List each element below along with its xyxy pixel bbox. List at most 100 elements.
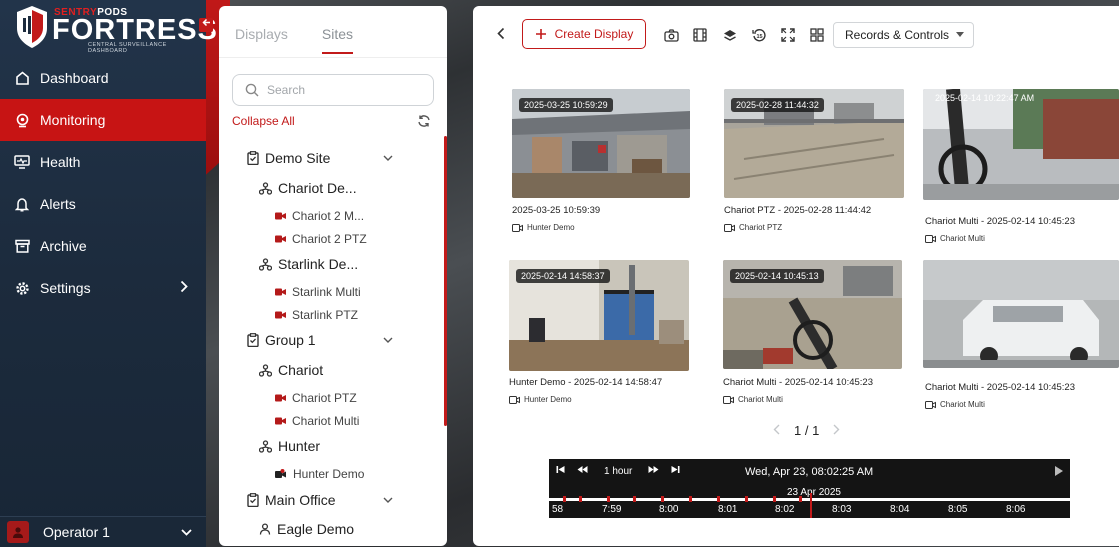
tab-displays[interactable]: Displays: [235, 26, 288, 54]
play-icon[interactable]: [1055, 466, 1063, 476]
sidebar-item-label: Health: [40, 154, 81, 170]
timeline-event-marker[interactable]: [607, 496, 610, 502]
fullscreen-icon[interactable]: [780, 27, 796, 43]
collapse-sidebar-button[interactable]: [199, 18, 213, 32]
skip-back-icon: [556, 466, 565, 473]
timeline-event-marker[interactable]: [563, 496, 566, 502]
tree-group-chariot[interactable]: Chariot: [259, 362, 323, 378]
tree-site-group-1[interactable]: Group 1: [247, 332, 393, 348]
camera-tile[interactable]: 2025-02-14 10:22:47 AM Chariot Multi - 2…: [923, 89, 1119, 249]
sidebar-item-health[interactable]: Health: [0, 141, 206, 183]
skip-to-start-button[interactable]: [556, 465, 565, 477]
camera-source-label: Chariot Multi: [940, 400, 985, 409]
camera-icon: [275, 311, 286, 319]
next-page-button[interactable]: [833, 423, 840, 438]
timeline-tick-label: 8:02: [775, 504, 795, 515]
camera-tile[interactable]: 2025-02-14 10:45:13 Chariot Multi - 2025…: [723, 260, 903, 410]
fast-forward-icon: [648, 466, 659, 473]
camera-tile[interactable]: Chariot Multi - 2025-02-14 10:45:23 Char…: [923, 260, 1119, 410]
tree-group-hunter[interactable]: Hunter: [259, 438, 320, 454]
tree-scrollbar[interactable]: [444, 136, 447, 426]
timeline-event-marker[interactable]: [717, 496, 720, 502]
camera-source: Chariot Multi: [925, 400, 985, 409]
camera-thumbnail[interactable]: [923, 89, 1119, 200]
timeline-event-marker[interactable]: [579, 496, 582, 502]
tree-camera-chariot-2-ptz[interactable]: Chariot 2 PTZ: [275, 232, 367, 246]
sidebar-item-settings[interactable]: Settings: [0, 267, 206, 309]
refresh-icon[interactable]: [417, 114, 431, 133]
layers-icon[interactable]: [722, 27, 738, 43]
tree-group-eagle-demo[interactable]: Eagle Demo: [259, 521, 354, 537]
tree-group-starlink-demo[interactable]: Starlink De...: [259, 256, 358, 272]
timeline-tick-label: 8:06: [1006, 504, 1026, 515]
video-camera-icon: [925, 400, 936, 409]
logo: SENTRYPODS FORTRESS CENTRAL SURVEILLANCE…: [14, 4, 217, 54]
tree-camera-chariot-ptz[interactable]: Chariot PTZ: [275, 391, 357, 405]
search-input[interactable]: [265, 82, 419, 98]
video-camera-icon: [723, 395, 734, 404]
camera-snapshot-icon[interactable]: [663, 27, 679, 43]
replay-15-icon[interactable]: 15: [751, 27, 767, 43]
rewind-button[interactable]: [577, 465, 588, 477]
sidebar-item-label: Monitoring: [40, 112, 106, 128]
operator-menu[interactable]: Operator 1: [0, 516, 206, 547]
create-display-button[interactable]: Create Display: [522, 19, 646, 49]
tree-site-main-office[interactable]: Main Office: [247, 492, 393, 508]
shield-logo-icon: [17, 6, 47, 48]
timeline-event-marker[interactable]: [773, 496, 776, 502]
timeline-event-marker[interactable]: [661, 496, 664, 502]
camera-source: Chariot PTZ: [724, 223, 782, 232]
timeline-event-marker[interactable]: [633, 496, 636, 502]
panel-tabs: Displays Sites: [235, 26, 354, 54]
back-button[interactable]: [497, 27, 505, 43]
tree-node-label: Starlink Multi: [292, 285, 361, 299]
sidebar-item-label: Alerts: [40, 196, 76, 212]
chevron-down-icon[interactable]: [383, 153, 393, 164]
tree-node-label: Starlink De...: [278, 256, 359, 272]
collapse-all-link[interactable]: Collapse All: [232, 114, 295, 128]
camera-source-label: Chariot Multi: [940, 234, 985, 243]
tree-camera-chariot-multi[interactable]: Chariot Multi: [275, 414, 359, 428]
tree-node-label: Main Office: [265, 492, 336, 508]
timeline-date: 23 Apr 2025: [787, 487, 841, 498]
camera-tile[interactable]: 2025-03-25 10:59:29 2025-03-25 10:59:39 …: [512, 89, 690, 239]
camera-title: Chariot Multi - 2025-02-14 10:45:23: [925, 216, 1075, 227]
chevron-down-icon[interactable]: [383, 335, 393, 346]
timeline-event-marker[interactable]: [799, 496, 802, 502]
sidebar-item-alerts[interactable]: Alerts: [0, 183, 206, 225]
range-selector[interactable]: 1 hour: [604, 466, 632, 477]
records-controls-dropdown[interactable]: Records & Controls: [833, 22, 974, 48]
prev-page-button[interactable]: [773, 423, 780, 438]
main-panel: Create Display 15 Records & Controls 202…: [473, 6, 1119, 546]
sidebar-item-archive[interactable]: Archive: [0, 225, 206, 267]
camera-tile[interactable]: 2025-02-28 11:44:32 Chariot PTZ - 2025-0…: [724, 89, 904, 239]
tree-camera-starlink-ptz[interactable]: Starlink PTZ: [275, 308, 358, 322]
grid-layout-icon[interactable]: [809, 27, 825, 43]
tabs-divider: [219, 57, 447, 58]
brand-subtitle: CENTRAL SURVEILLANCE DASHBOARD: [88, 42, 167, 54]
search-box[interactable]: [232, 74, 434, 106]
tree-camera-chariot-2-multi[interactable]: Chariot 2 M...: [275, 209, 364, 223]
film-icon[interactable]: [692, 27, 708, 43]
sidebar-item-dashboard[interactable]: Dashboard: [0, 57, 206, 99]
tab-sites[interactable]: Sites: [321, 26, 354, 54]
timeline-event-marker[interactable]: [745, 496, 748, 502]
pagination: 1 / 1: [773, 423, 840, 438]
timeline-event-marker[interactable]: [689, 496, 692, 502]
sites-panel: Displays Sites Collapse All Demo Site Ch…: [219, 6, 447, 546]
chevron-down-icon[interactable]: [383, 495, 393, 506]
chevron-left-icon: [773, 424, 780, 435]
tree-site-demo-site[interactable]: Demo Site: [247, 150, 393, 166]
camera-tile[interactable]: 2025-02-14 14:58:37 Hunter Demo - 2025-0…: [509, 260, 689, 410]
fast-forward-button[interactable]: [648, 465, 659, 477]
camera-overlay-timestamp: 2025-03-25 10:59:29: [519, 98, 613, 112]
tree-camera-starlink-multi[interactable]: Starlink Multi: [275, 285, 361, 299]
sidebar-item-monitoring[interactable]: Monitoring: [0, 99, 206, 141]
tree-camera-hunter-demo[interactable]: Hunter Demo: [275, 467, 364, 481]
skip-to-end-button[interactable]: [671, 465, 680, 477]
tree-group-chariot-demo[interactable]: Chariot De...: [259, 180, 357, 196]
camera-thumbnail[interactable]: [923, 260, 1119, 368]
chevron-down-icon: [181, 525, 192, 539]
tree-node-label: Group 1: [265, 332, 316, 348]
records-controls-label: Records & Controls: [845, 28, 950, 42]
